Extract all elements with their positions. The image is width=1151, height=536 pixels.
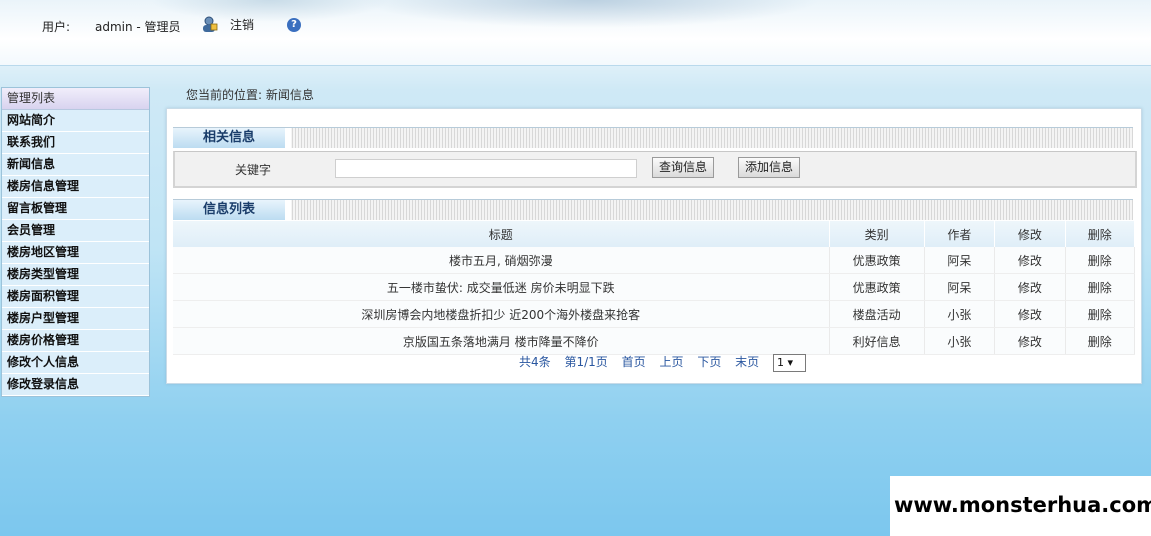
sidebar-item-layout[interactable]: 楼房户型管理 bbox=[2, 308, 149, 330]
row-category: 楼盘活动 bbox=[829, 300, 925, 328]
row-category: 优惠政策 bbox=[829, 273, 925, 301]
table-row: 五一楼市蛰伏: 成交量低迷 房价未明显下跌 优惠政策 阿呆 修改 删除 bbox=[173, 273, 1136, 301]
row-author: 阿呆 bbox=[924, 273, 996, 301]
watermark: www.monsterhua.com bbox=[890, 476, 1151, 536]
row-title: 五一楼市蛰伏: 成交量低迷 房价未明显下跌 bbox=[173, 273, 830, 301]
table-row: 楼市五月, 硝烟弥漫 优惠政策 阿呆 修改 删除 bbox=[173, 247, 1136, 274]
table-row: 京版国五条落地满月 楼市降量不降价 利好信息 小张 修改 删除 bbox=[173, 327, 1136, 355]
row-author: 阿呆 bbox=[924, 247, 996, 274]
column-header-author: 作者 bbox=[924, 221, 996, 247]
sidebar-item-login-info[interactable]: 修改登录信息 bbox=[2, 374, 149, 396]
sidebar-item-site-intro[interactable]: 网站简介 bbox=[2, 110, 149, 132]
row-author: 小张 bbox=[924, 327, 996, 355]
delete-link[interactable]: 删除 bbox=[1065, 300, 1136, 328]
search-section-header: 相关信息 bbox=[173, 127, 1133, 148]
edit-link[interactable]: 修改 bbox=[994, 273, 1066, 301]
page-select[interactable]: 1 ▾ bbox=[773, 353, 806, 372]
next-page-link[interactable]: 下页 bbox=[697, 355, 721, 369]
sidebar-item-news[interactable]: 新闻信息 bbox=[2, 154, 149, 176]
delete-link[interactable]: 删除 bbox=[1065, 327, 1136, 355]
search-section-title: 相关信息 bbox=[173, 128, 291, 148]
keyword-input[interactable] bbox=[335, 159, 637, 178]
column-header-category: 类别 bbox=[829, 221, 925, 247]
pagination: 共4条 第1/1页 首页 上页 下页 末页 1 ▾ bbox=[519, 353, 816, 372]
header-cloud-decoration bbox=[360, 0, 820, 28]
last-page-link[interactable]: 末页 bbox=[735, 355, 759, 369]
breadcrumb: 您当前的位置: 新闻信息 bbox=[186, 88, 314, 102]
column-header-edit: 修改 bbox=[994, 221, 1066, 247]
table-row: 深圳房博会内地楼盘折扣少 近200个海外楼盘来抢客 楼盘活动 小张 修改 删除 bbox=[173, 300, 1136, 328]
row-category: 利好信息 bbox=[829, 327, 925, 355]
first-page-link[interactable]: 首页 bbox=[622, 355, 646, 369]
table-header-row: 标题 类别 作者 修改 删除 bbox=[173, 221, 1136, 247]
row-title: 深圳房博会内地楼盘折扣少 近200个海外楼盘来抢客 bbox=[173, 300, 830, 328]
sidebar: 管理列表 网站简介 联系我们 新闻信息 楼房信息管理 留言板管理 会员管理 楼房… bbox=[1, 87, 150, 397]
sidebar-item-message-board[interactable]: 留言板管理 bbox=[2, 198, 149, 220]
keyword-label: 关键字 bbox=[235, 163, 272, 177]
sidebar-item-region[interactable]: 楼房地区管理 bbox=[2, 242, 149, 264]
query-button[interactable]: 查询信息 bbox=[652, 157, 715, 178]
logout-link[interactable]: 注销 bbox=[230, 16, 254, 33]
news-table: 标题 类别 作者 修改 删除 楼市五月, 硝烟弥漫 优惠政策 阿呆 修改 删除 … bbox=[173, 221, 1136, 355]
user-name: admin - 管理员 bbox=[95, 20, 181, 34]
list-section-title: 信息列表 bbox=[173, 200, 291, 220]
sidebar-title: 管理列表 bbox=[2, 88, 149, 110]
sidebar-item-contact[interactable]: 联系我们 bbox=[2, 132, 149, 154]
row-title: 楼市五月, 硝烟弥漫 bbox=[173, 247, 830, 274]
list-section-header: 信息列表 bbox=[173, 199, 1133, 220]
sidebar-item-area[interactable]: 楼房面积管理 bbox=[2, 286, 149, 308]
top-header: 用户: admin - 管理员 注销 ? bbox=[0, 0, 1151, 66]
main-panel: 相关信息 关键字 查询信息 添加信息 信息列表 标题 类别 作者 修改 删除 楼… bbox=[166, 108, 1142, 384]
row-author: 小张 bbox=[924, 300, 996, 328]
add-button[interactable]: 添加信息 bbox=[738, 157, 801, 178]
edit-link[interactable]: 修改 bbox=[994, 327, 1066, 355]
column-header-delete: 删除 bbox=[1065, 221, 1136, 247]
column-header-title: 标题 bbox=[173, 221, 830, 247]
page-info: 第1/1页 bbox=[564, 355, 608, 369]
sidebar-item-profile[interactable]: 修改个人信息 bbox=[2, 352, 149, 374]
user-icon bbox=[203, 16, 218, 32]
search-form: 关键字 查询信息 添加信息 bbox=[173, 151, 1137, 188]
row-category: 优惠政策 bbox=[829, 247, 925, 274]
sidebar-item-building-info[interactable]: 楼房信息管理 bbox=[2, 176, 149, 198]
prev-page-link[interactable]: 上页 bbox=[659, 355, 683, 369]
sidebar-item-price[interactable]: 楼房价格管理 bbox=[2, 330, 149, 352]
sidebar-item-members[interactable]: 会员管理 bbox=[2, 220, 149, 242]
edit-link[interactable]: 修改 bbox=[994, 300, 1066, 328]
watermark-text: www.monsterhua.com bbox=[894, 493, 1151, 517]
header-cloud-decoration-2 bbox=[150, 0, 390, 22]
edit-link[interactable]: 修改 bbox=[994, 247, 1066, 274]
delete-link[interactable]: 删除 bbox=[1065, 247, 1136, 274]
delete-link[interactable]: 删除 bbox=[1065, 273, 1136, 301]
sidebar-item-type[interactable]: 楼房类型管理 bbox=[2, 264, 149, 286]
user-label: 用户: bbox=[42, 20, 71, 34]
row-title: 京版国五条落地满月 楼市降量不降价 bbox=[173, 327, 830, 355]
total-count: 共4条 bbox=[519, 355, 551, 369]
help-icon[interactable]: ? bbox=[287, 18, 301, 32]
